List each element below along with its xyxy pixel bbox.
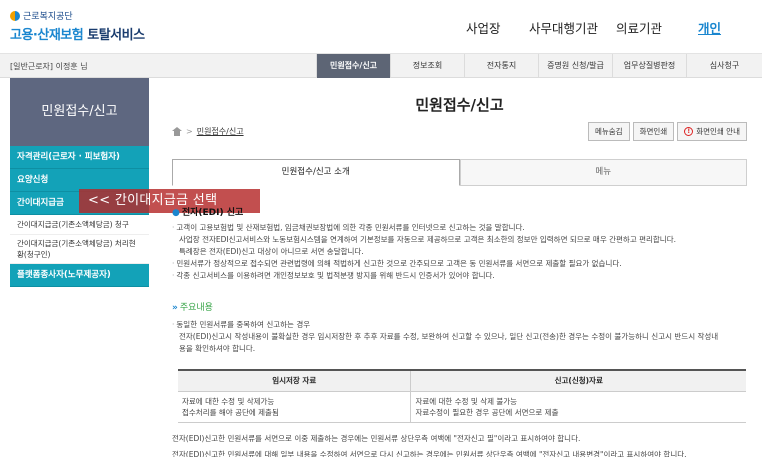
alert-icon: ! <box>684 127 694 136</box>
tab-intro[interactable]: 민원접수/신고 소개 <box>172 159 460 186</box>
section-edi-title: ● 전자(EDI) 신고 <box>172 208 244 218</box>
sidebar-item-qualification[interactable]: 자격관리(근로자 · 피보험자) <box>10 146 149 169</box>
nav-workplace[interactable]: 사업장 <box>466 18 526 37</box>
nav-personal[interactable]: 개인 <box>698 18 738 37</box>
chevron-icon: ● <box>172 208 180 218</box>
nav-medical[interactable]: 의료기관 <box>616 18 676 37</box>
table-cell: 자료에 대한 수정 및 삭제 불가능 자료수정이 필요한 경우 공단에 서면으로… <box>410 391 746 423</box>
sub-tabs: 민원접수/신고 정보조회 전자통지 증명원 신청/발급 업무상질병판정 심사청구 <box>316 54 762 78</box>
print-button[interactable]: 화면인쇄 <box>632 122 675 141</box>
tab-menu[interactable]: 메뉴 <box>459 159 747 186</box>
logo-mark-icon <box>10 10 20 21</box>
subtab-notice[interactable]: 전자통지 <box>464 54 538 78</box>
table-header: 임시저장 자료 <box>178 369 411 392</box>
footer-notes: 전자(EDI)신고한 민원서류를 서면으로 이중 제출하는 경우에는 민원서류 … <box>172 434 687 457</box>
section-main-body: · 동일한 민원서류를 중복하여 신고하는 경우 전자(EDI)신고시 작성내용이… <box>172 320 719 353</box>
sidebar-item-platform[interactable]: 플랫폼종사자(노무제공자) <box>10 264 149 287</box>
main-content: 민원접수/신고 > 민원접수/신고 메뉴숨김 화면인쇄 ! 화면인쇄 안내 민원… <box>172 78 747 457</box>
site-logo[interactable]: 근로복지공단 고용·산재보험 토탈서비스 <box>10 9 145 43</box>
table-cell: 자료에 대한 수정 및 삭제가능 접수처리를 해야 공단에 제출됨 <box>178 391 411 423</box>
print-guide-button[interactable]: ! 화면인쇄 안내 <box>677 122 747 141</box>
double-chevron-icon: » <box>172 303 178 313</box>
content-tabs: 민원접수/신고 소개 메뉴 <box>172 159 747 186</box>
user-greeting: [일반근로자] 이정훈 님 <box>10 62 88 71</box>
subtab-disease[interactable]: 업무상질병판정 <box>612 54 686 78</box>
subtab-certificate[interactable]: 증명원 신청/발급 <box>538 54 612 78</box>
site-title-part2: 토탈서비스 <box>83 28 145 43</box>
comparison-table: 임시저장 자료 신고(신청)자료 자료에 대한 수정 및 삭제가능 접수처리를 … <box>178 369 746 423</box>
subtab-review[interactable]: 심사청구 <box>686 54 762 78</box>
table-row: 자료에 대한 수정 및 삭제가능 접수처리를 해야 공단에 제출됨 자료에 대한… <box>178 391 746 423</box>
section-edi-body: · 고객이 고용보험법 및 산재보험법, 임금채권보장법에 의한 각종 민원서류를… <box>172 223 676 280</box>
subtab-info[interactable]: 정보조회 <box>390 54 464 78</box>
section-main-title: » 주요내용 <box>172 303 213 313</box>
subtab-complaint[interactable]: 민원접수/신고 <box>316 54 390 78</box>
home-icon[interactable] <box>172 127 182 136</box>
sidebar: 민원접수/신고 자격관리(근로자 · 피보험자) 요양신청 간이대지급금 간이대… <box>10 78 149 457</box>
nav-agency[interactable]: 사무대행기관 <box>529 18 619 37</box>
breadcrumb: > 민원접수/신고 <box>172 126 244 137</box>
sidebar-sub-claim[interactable]: 간이대지급금(기존소액체당금) 청구 <box>10 215 149 235</box>
table-header: 신고(신청)자료 <box>410 369 746 392</box>
sidebar-heading: 민원접수/신고 <box>10 78 149 146</box>
org-name: 근로복지공단 <box>23 12 73 22</box>
table-header-row: 임시저장 자료 신고(신청)자료 <box>178 369 746 392</box>
breadcrumb-current[interactable]: 민원접수/신고 <box>197 126 244 137</box>
sub-nav-bar: [일반근로자] 이정훈 님 민원접수/신고 정보조회 전자통지 증명원 신청/발… <box>0 54 762 78</box>
site-title-part1: 고용·산재보험 <box>10 28 84 43</box>
page-title: 민원접수/신고 <box>415 96 504 114</box>
sidebar-sub-status[interactable]: 간이대지급금(기존소액체당금) 처리현황(청구인) <box>10 235 149 264</box>
top-header: 근로복지공단 고용·산재보험 토탈서비스 사업장 사무대행기관 의료기관 개인 <box>0 0 762 54</box>
hide-menu-button[interactable]: 메뉴숨김 <box>587 122 630 141</box>
page-actions: 메뉴숨김 화면인쇄 ! 화면인쇄 안내 <box>587 122 747 141</box>
